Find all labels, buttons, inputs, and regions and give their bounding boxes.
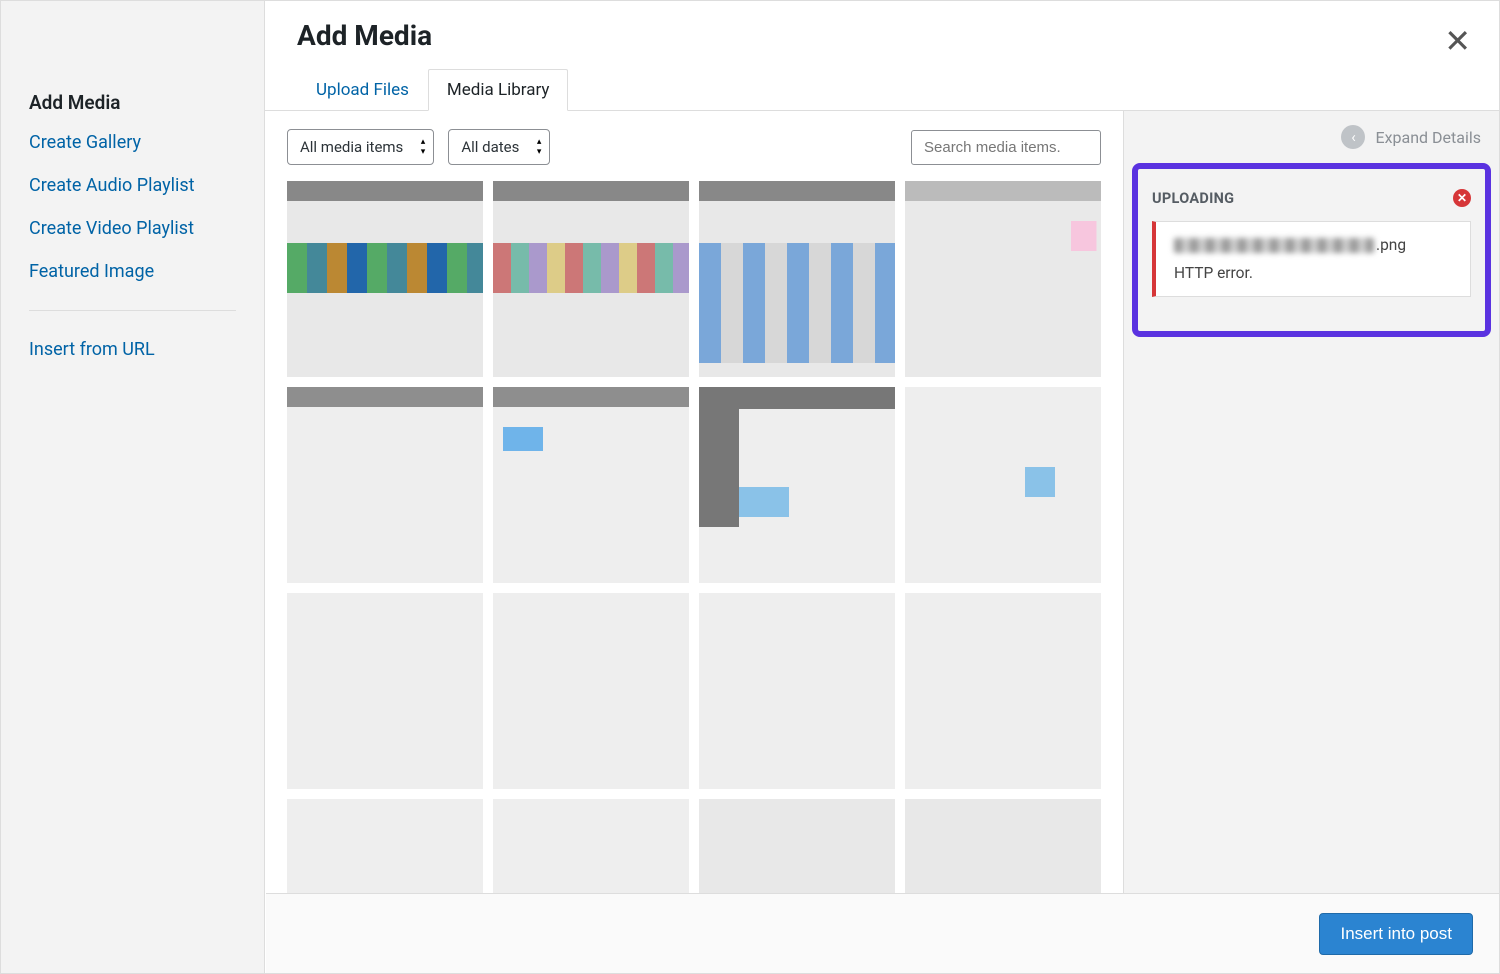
insert-into-post-button[interactable]: Insert into post (1319, 913, 1473, 955)
upload-filename: .png (1174, 236, 1452, 254)
media-thumb[interactable] (493, 181, 689, 377)
sidebar-link-create-audio-playlist[interactable]: Create Audio Playlist (29, 175, 195, 196)
sidebar-link-create-video-playlist[interactable]: Create Video Playlist (29, 218, 194, 239)
chevron-updown-icon: ▴▾ (537, 137, 542, 157)
media-thumb[interactable] (905, 593, 1101, 789)
filter-type-label: All media items (300, 138, 403, 156)
uploading-heading: UPLOADING (1152, 190, 1234, 207)
expand-details-button[interactable]: ‹ Expand Details (1124, 125, 1499, 163)
media-thumb[interactable] (287, 387, 483, 583)
footer: Insert into post (266, 893, 1499, 973)
page-title: Add Media (297, 19, 1467, 52)
media-thumb[interactable] (699, 181, 895, 377)
content: All media items ▴▾ All dates ▴▾ (265, 111, 1123, 973)
sidebar-link-create-gallery[interactable]: Create Gallery (29, 132, 141, 153)
sidebar-link-featured-image[interactable]: Featured Image (29, 261, 154, 282)
chevron-updown-icon: ▴▾ (421, 137, 426, 157)
media-thumb[interactable] (905, 181, 1101, 377)
upload-error-message: HTTP error. (1174, 264, 1452, 282)
sidebar-title: Add Media (29, 91, 236, 114)
filter-date-label: All dates (461, 138, 519, 156)
search-input[interactable] (911, 130, 1101, 165)
tab-upload-files[interactable]: Upload Files (297, 69, 428, 111)
sidebar-links: Create Gallery Create Audio Playlist Cre… (29, 132, 236, 282)
close-icon[interactable]: ✕ (1444, 25, 1471, 57)
media-thumb[interactable] (699, 593, 895, 789)
dismiss-error-icon[interactable]: ✕ (1453, 189, 1471, 207)
tab-media-library[interactable]: Media Library (428, 69, 569, 111)
filename-obscured (1174, 238, 1374, 253)
media-thumb[interactable] (493, 387, 689, 583)
tabs: Upload Files Media Library (265, 68, 1499, 111)
filter-date-select[interactable]: All dates ▴▾ (448, 129, 550, 165)
upload-error-highlight: UPLOADING ✕ .png HTTP error. (1132, 163, 1491, 337)
media-grid (287, 181, 1101, 955)
media-thumb[interactable] (493, 593, 689, 789)
filter-type-select[interactable]: All media items ▴▾ (287, 129, 434, 165)
sidebar-link-insert-from-url[interactable]: Insert from URL (29, 339, 155, 360)
media-thumb[interactable] (287, 593, 483, 789)
expand-details-label: Expand Details (1375, 128, 1481, 147)
sidebar-divider (29, 310, 236, 311)
filter-bar: All media items ▴▾ All dates ▴▾ (287, 129, 1101, 165)
media-thumb[interactable] (699, 387, 895, 583)
main: Add Media ✕ Upload Files Media Library A… (265, 1, 1499, 973)
upload-error-item: .png HTTP error. (1152, 221, 1471, 297)
chevron-left-icon: ‹ (1341, 125, 1365, 149)
media-thumb[interactable] (287, 181, 483, 377)
header: Add Media ✕ (265, 1, 1499, 68)
details-panel: ‹ Expand Details UPLOADING ✕ .png HTTP e… (1123, 111, 1499, 973)
file-extension: .png (1376, 236, 1406, 254)
media-thumb[interactable] (905, 387, 1101, 583)
sidebar: Add Media Create Gallery Create Audio Pl… (1, 1, 265, 973)
